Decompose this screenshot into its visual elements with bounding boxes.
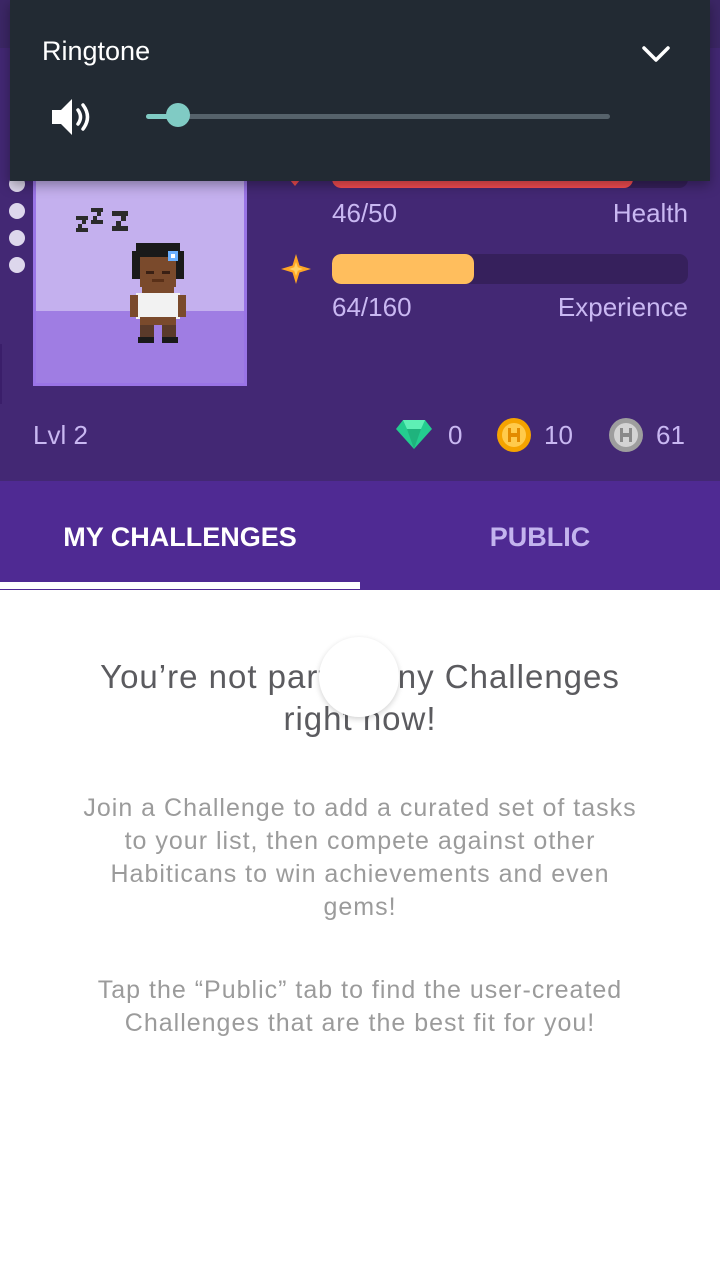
speaker-icon[interactable] bbox=[50, 97, 98, 137]
menu-dot bbox=[9, 203, 25, 219]
empty-state-hint: Tap the “Public” tab to find the user-cr… bbox=[97, 976, 623, 1037]
volume-stream-title: Ringtone bbox=[42, 36, 151, 66]
silver-count: 61 bbox=[656, 420, 685, 450]
volume-slider[interactable] bbox=[146, 114, 610, 119]
tab-public[interactable]: PUBLIC bbox=[360, 481, 720, 590]
level-label: Lvl 2 bbox=[33, 420, 88, 450]
active-tab-indicator bbox=[0, 582, 360, 589]
menu-dot bbox=[9, 257, 25, 273]
gem-count: 0 bbox=[448, 420, 463, 450]
gold-count: 10 bbox=[544, 420, 573, 450]
avatar-menu-dots[interactable] bbox=[9, 176, 25, 284]
gold-coin-icon[interactable] bbox=[496, 417, 532, 453]
experience-label: Experience bbox=[557, 292, 688, 322]
menu-dot bbox=[9, 230, 25, 246]
experience-value: 64/160 bbox=[332, 292, 412, 322]
experience-bar-fill bbox=[332, 254, 475, 284]
star-icon bbox=[281, 254, 311, 284]
sleeping-avatar-icon bbox=[76, 208, 186, 343]
health-label: Health bbox=[612, 198, 688, 228]
chevron-down-icon[interactable] bbox=[638, 36, 674, 72]
health-value: 46/50 bbox=[332, 198, 398, 228]
avatar[interactable] bbox=[33, 168, 247, 386]
volume-slider-thumb[interactable] bbox=[166, 103, 191, 127]
experience-bar bbox=[332, 254, 688, 284]
touch-indicator bbox=[319, 637, 399, 717]
challenge-tabs: MY CHALLENGES PUBLIC bbox=[0, 481, 720, 590]
header-edge bbox=[0, 344, 2, 404]
volume-panel: Ringtone bbox=[10, 0, 710, 181]
tab-my-challenges[interactable]: MY CHALLENGES bbox=[0, 481, 360, 590]
gem-icon[interactable] bbox=[395, 418, 433, 450]
silver-coin-icon[interactable] bbox=[608, 417, 644, 453]
empty-state-description: Join a Challenge to add a curated set of… bbox=[83, 794, 637, 921]
